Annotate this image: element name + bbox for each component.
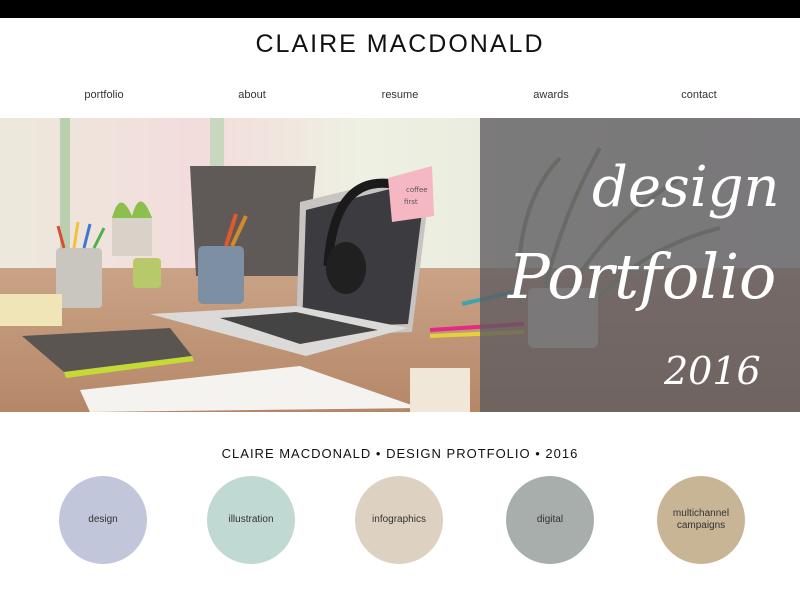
script-portfolio: Portfolio xyxy=(507,240,776,313)
tagline: CLAIRE MACDONALD • DESIGN PROTFOLIO • 20… xyxy=(221,446,579,461)
hero-banner: coffee first design Portfolio 2016 xyxy=(0,118,800,412)
category-multichannel-campaigns-button[interactable]: multichannel campaigns xyxy=(657,476,745,564)
design-portfolio-script-title: design Portfolio 2016 xyxy=(507,155,780,393)
nav-awards[interactable]: awards xyxy=(533,89,568,101)
category-label: infographics xyxy=(372,514,426,525)
category-design-button[interactable]: design xyxy=(59,476,147,564)
top-bar xyxy=(0,0,800,18)
category-digital-button[interactable]: digital xyxy=(506,476,594,564)
category-label-line1: multichannel xyxy=(672,508,730,519)
sticky-note-line2: first xyxy=(404,198,418,206)
script-year: 2016 xyxy=(663,349,761,393)
category-infographics-button[interactable]: infographics xyxy=(355,476,443,564)
main-nav: portfolio about resume awards contact xyxy=(0,89,800,103)
nav-about[interactable]: about xyxy=(238,89,266,101)
category-label: digital xyxy=(536,514,564,525)
site-title[interactable]: CLAIRE MACDONALD xyxy=(0,30,800,59)
nav-portfolio[interactable]: portfolio xyxy=(84,89,123,101)
nav-resume[interactable]: resume xyxy=(382,89,419,101)
sticky-note-line1: coffee xyxy=(406,186,428,194)
category-illustration-button[interactable]: illustration xyxy=(207,476,295,564)
category-label-line2: campaigns xyxy=(676,520,726,531)
category-label: multichannel campaigns xyxy=(673,508,729,532)
category-label: illustration xyxy=(228,514,274,525)
script-design: design xyxy=(592,155,780,220)
category-label: design xyxy=(88,514,118,525)
nav-contact[interactable]: contact xyxy=(681,89,716,101)
